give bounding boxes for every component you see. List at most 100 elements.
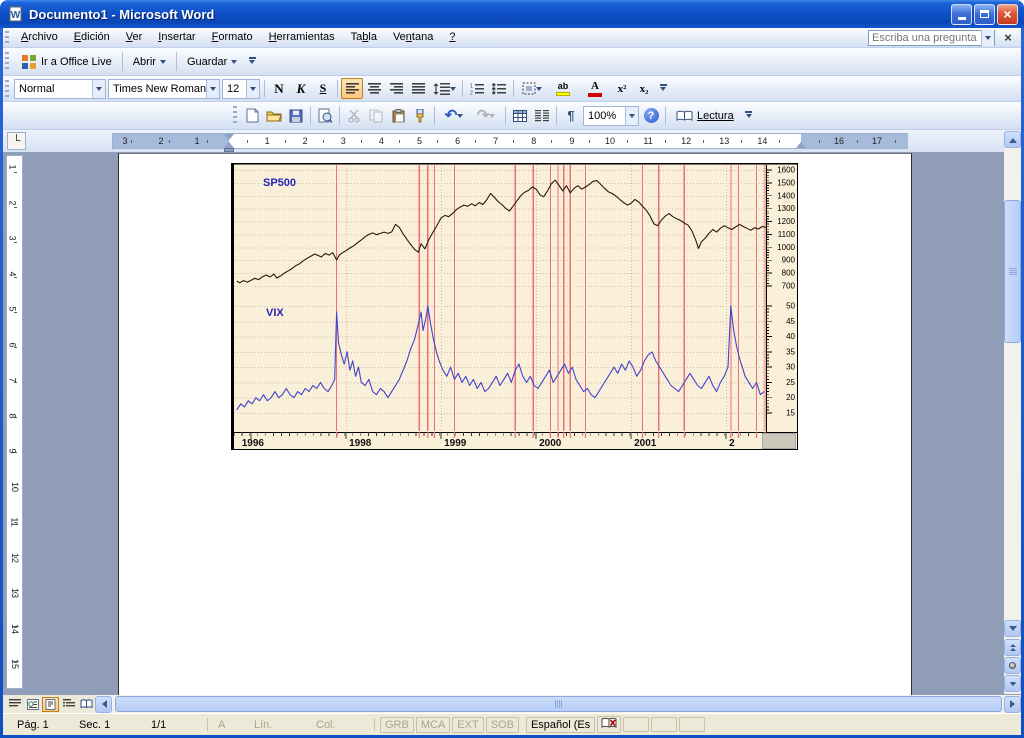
reading-layout-view-button[interactable]	[78, 697, 95, 712]
numbered-list-button[interactable]: 12	[466, 78, 488, 99]
style-combobox[interactable]: Normal	[14, 79, 106, 99]
menu-item-insertar[interactable]: Insertar	[150, 28, 203, 45]
vertical-scrollbar[interactable]	[1004, 131, 1021, 694]
bullet-list-button[interactable]	[488, 78, 510, 99]
chevron-down-icon[interactable]	[981, 30, 994, 46]
status-mode-grb[interactable]: GRB	[380, 717, 414, 733]
reading-view-button[interactable]: Lectura	[669, 106, 741, 126]
align-justify-button[interactable]	[407, 78, 429, 99]
help-button[interactable]: ?	[640, 105, 662, 126]
format-painter-button[interactable]	[409, 105, 431, 126]
new-document-button[interactable]	[241, 105, 263, 126]
paste-button[interactable]	[387, 105, 409, 126]
scroll-down-button[interactable]	[1004, 620, 1021, 637]
print-preview-button[interactable]	[314, 105, 336, 126]
scroll-up-button[interactable]	[1004, 131, 1021, 148]
align-center-button[interactable]	[363, 78, 385, 99]
menu-item-herramientas[interactable]: Herramientas	[261, 28, 343, 45]
menubar-grip[interactable]	[5, 31, 9, 44]
horizontal-ruler[interactable]: 32112345678910111213141617	[112, 133, 908, 149]
font-size-combobox[interactable]: 12	[222, 79, 260, 99]
status-language[interactable]: Español (Es	[526, 717, 595, 733]
chevron-down-icon[interactable]	[246, 80, 259, 98]
menu-item-formato[interactable]: Formato	[204, 28, 261, 45]
outline-view-button[interactable]	[60, 697, 77, 712]
spelling-status-button[interactable]	[597, 716, 621, 733]
save-dropdown-button[interactable]: Guardar	[180, 52, 244, 72]
copy-icon	[369, 109, 383, 123]
toolbar-options-chevron[interactable]	[246, 51, 258, 73]
scroll-left-button[interactable]	[95, 696, 112, 713]
ruler-number: 7	[8, 377, 18, 382]
separator	[122, 52, 123, 71]
menu-item-ver[interactable]: Ver	[118, 28, 151, 45]
menubar-close-icon[interactable]: ×	[999, 30, 1017, 45]
vertical-scroll-thumb[interactable]	[1004, 200, 1021, 343]
web-layout-view-button[interactable]	[24, 697, 41, 712]
superscript-button[interactable]: x²	[611, 78, 633, 99]
close-button[interactable]: ×	[997, 4, 1018, 25]
font-color-button[interactable]: A	[579, 78, 611, 99]
status-mode-sob[interactable]: SOB	[486, 717, 519, 733]
arrow-down-icon	[1009, 626, 1017, 635]
underline-button[interactable]: S	[312, 78, 334, 99]
toolbar-options-chevron[interactable]	[657, 79, 669, 99]
toolbar-grip[interactable]	[5, 52, 9, 71]
tab-stop-selector[interactable]: └	[7, 132, 26, 150]
print-layout-view-button[interactable]	[42, 697, 59, 712]
vertical-ruler[interactable]: 123456789101112131415	[6, 155, 23, 689]
align-right-button[interactable]	[385, 78, 407, 99]
subscript-button[interactable]: x₂	[633, 78, 655, 99]
open-dropdown-button[interactable]: Abrir	[126, 52, 173, 72]
status-mode-ext[interactable]: EXT	[452, 717, 483, 733]
show-marks-button[interactable]: ¶	[560, 105, 582, 126]
toolbar-options-chevron[interactable]	[743, 105, 755, 127]
insert-table-icon	[513, 110, 527, 122]
restore-button[interactable]	[974, 4, 995, 25]
horizontal-scroll-thumb[interactable]	[115, 696, 1002, 712]
ruler-number: 15	[10, 659, 20, 669]
normal-view-button[interactable]	[6, 697, 23, 712]
columns-button[interactable]	[531, 105, 553, 126]
horizontal-scroll-track[interactable]	[113, 696, 1004, 713]
menu-item-tabla[interactable]: Tabla	[343, 28, 385, 45]
chevron-down-icon[interactable]	[206, 80, 219, 98]
indent-marker-down[interactable]	[224, 134, 234, 140]
line-spacing-button[interactable]	[429, 78, 459, 99]
toolbar-grip[interactable]	[5, 80, 9, 98]
ask-question-input[interactable]	[869, 31, 981, 45]
align-left-button[interactable]	[341, 78, 363, 99]
svg-text:40: 40	[786, 332, 795, 341]
open-button[interactable]	[263, 105, 285, 126]
ruler-number: 2	[303, 136, 308, 146]
scroll-right-button[interactable]	[1004, 696, 1021, 713]
status-mode-mca[interactable]: MCA	[416, 717, 450, 733]
chevron-down-icon[interactable]	[92, 80, 105, 98]
italic-button[interactable]: K	[290, 78, 312, 99]
borders-button[interactable]	[517, 78, 547, 99]
save-button[interactable]	[285, 105, 307, 126]
undo-button[interactable]: ↶	[438, 105, 470, 126]
menu-bar: ArchivoEdiciónVerInsertarFormatoHerramie…	[3, 28, 1021, 48]
highlight-button[interactable]: ab	[547, 78, 579, 99]
toolbar-grip[interactable]	[233, 106, 237, 125]
zoom-combobox[interactable]: 100%	[583, 106, 639, 126]
go-office-live-button[interactable]: Ir a Office Live	[13, 50, 119, 74]
subscript-icon: x₂	[640, 83, 649, 95]
menu-item-ventana[interactable]: Ventana	[385, 28, 441, 45]
previous-page-button[interactable]	[1004, 639, 1021, 656]
indent-marker-up[interactable]	[796, 142, 806, 148]
select-browse-object-button[interactable]	[1004, 657, 1021, 674]
document-page[interactable]: 1996199819992000200121600150014001300120…	[118, 153, 912, 695]
menu-item-archivo[interactable]: Archivo	[13, 28, 66, 45]
menu-item-edicion[interactable]: Edición	[66, 28, 118, 45]
menu-item-ayuda[interactable]: ?	[441, 28, 463, 45]
word-app-icon[interactable]: W	[6, 5, 24, 23]
next-page-button[interactable]	[1004, 675, 1021, 692]
font-combobox[interactable]: Times New Roman	[108, 79, 220, 99]
embedded-chart-object[interactable]: 1996199819992000200121600150014001300120…	[231, 163, 798, 450]
bold-button[interactable]: N	[268, 78, 290, 99]
insert-table-button[interactable]	[509, 105, 531, 126]
minimize-button[interactable]	[951, 4, 972, 25]
chevron-down-icon[interactable]	[625, 107, 638, 125]
